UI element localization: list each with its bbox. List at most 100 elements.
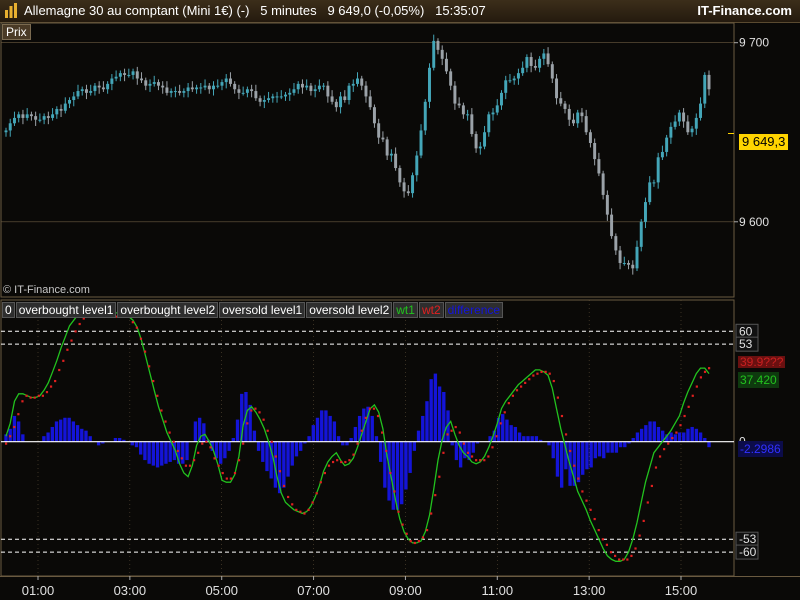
wt2-point — [270, 440, 273, 443]
price-tick-label: 9 700 — [739, 36, 769, 50]
wt2-point — [368, 407, 371, 410]
wt2-point — [188, 464, 192, 467]
wt2-point — [646, 501, 649, 504]
wt2-point — [221, 471, 224, 475]
difference-bar — [88, 436, 92, 442]
candle-body — [394, 153, 398, 169]
wt2-point — [58, 368, 61, 372]
candle-body — [419, 130, 423, 156]
difference-bar — [501, 414, 505, 442]
difference-bar — [185, 441, 189, 461]
candle-body — [466, 114, 470, 116]
candle-body — [474, 134, 478, 149]
difference-bar — [21, 434, 25, 442]
wt2-point — [287, 495, 290, 499]
difference-bar — [576, 441, 581, 483]
difference-bar — [328, 415, 332, 442]
candle-body — [21, 114, 25, 118]
wt2-point — [78, 322, 81, 326]
wt2-point — [262, 418, 265, 421]
candle-body — [288, 92, 292, 95]
difference-bar — [261, 441, 265, 462]
candle-body — [165, 87, 169, 93]
legend-wt1: wt1 — [393, 302, 418, 318]
candle-body — [478, 146, 482, 149]
difference-bar — [686, 428, 690, 442]
wt2-point — [282, 484, 286, 488]
wt2-point — [360, 429, 363, 432]
wt2-point — [577, 477, 580, 480]
difference-bar — [256, 441, 261, 451]
wt2-point — [319, 481, 322, 484]
wt2-point — [511, 394, 515, 397]
candle-body — [372, 107, 376, 124]
wt1-value-tag: 37.420 — [738, 372, 779, 388]
difference-bar — [324, 410, 328, 442]
wt2-point — [613, 554, 617, 557]
candle-body — [271, 96, 275, 99]
difference-value-tag: -2.2986 — [738, 441, 783, 457]
difference-bar — [509, 425, 513, 442]
candle-body — [140, 78, 144, 81]
wt2-point — [667, 442, 670, 445]
candle-body — [491, 112, 495, 115]
wt2-point — [139, 337, 143, 340]
candle-body — [267, 98, 271, 101]
candle-body — [500, 92, 503, 106]
difference-bar — [408, 441, 412, 473]
candle-body — [542, 53, 546, 59]
wt2-point — [642, 519, 645, 522]
difference-bar — [391, 441, 395, 510]
candle-body — [555, 78, 559, 99]
time-tick-label: 09:00 — [389, 583, 422, 598]
difference-bar — [265, 441, 269, 472]
candle-body — [38, 119, 42, 121]
wt2-point — [499, 422, 502, 425]
wt2-point — [21, 400, 24, 403]
candle-body — [593, 142, 597, 160]
candle-body — [533, 65, 537, 68]
difference-bar — [219, 441, 223, 464]
candle-body — [449, 71, 453, 86]
candle-body — [703, 74, 707, 104]
candle-body — [521, 67, 525, 74]
legend-oversold-level2: oversold level2 — [306, 302, 393, 318]
candle-body — [516, 73, 520, 79]
wt2-point — [503, 411, 506, 414]
candle-body — [389, 153, 393, 156]
candle-body — [546, 53, 550, 65]
wt2-point — [66, 348, 69, 351]
candle-body — [627, 262, 631, 265]
candle-body — [42, 116, 46, 120]
candle-body — [296, 83, 300, 90]
candle-body — [385, 139, 389, 156]
candle-body — [203, 85, 207, 88]
candle-body — [279, 96, 283, 98]
difference-bar — [589, 441, 593, 468]
wt2-point — [532, 374, 535, 377]
candle-body — [101, 87, 105, 90]
candle-body — [347, 85, 351, 101]
wt2-point — [703, 370, 707, 373]
candle-body — [707, 74, 711, 90]
candle-body — [648, 182, 652, 203]
difference-bar — [282, 441, 286, 488]
difference-bar — [656, 426, 661, 442]
wt2-point — [573, 464, 576, 467]
difference-bar — [315, 417, 320, 442]
wt2-point — [33, 396, 36, 399]
candle-body — [529, 57, 533, 66]
wt2-point — [364, 416, 367, 419]
wt2-point — [671, 437, 674, 440]
candle-body — [601, 173, 605, 195]
wt2-point — [148, 365, 151, 368]
wt2-point — [413, 541, 416, 545]
brand-label: IT-Finance.com — [697, 3, 792, 18]
candle-body — [677, 112, 681, 122]
candle-body — [169, 91, 173, 93]
wt2-point — [601, 538, 604, 541]
window-title-bar: Allemagne 30 au comptant (Mini 1€) (-) 5… — [0, 0, 800, 23]
candle-body — [377, 123, 381, 138]
price-panel-label: Prix — [2, 24, 31, 40]
difference-bar — [602, 441, 606, 459]
